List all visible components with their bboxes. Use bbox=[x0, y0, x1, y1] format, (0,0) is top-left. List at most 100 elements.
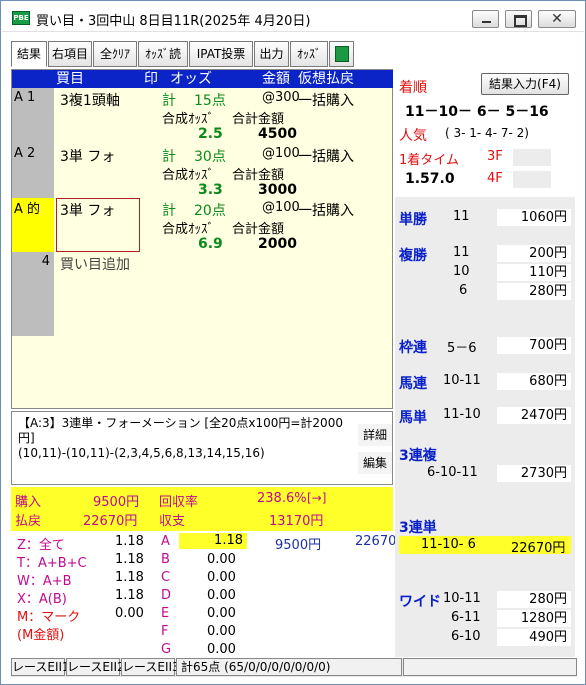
odds-button[interactable]: ｵｯｽﾞ bbox=[290, 41, 328, 67]
sanrentan-pay: 22670円 bbox=[511, 541, 566, 556]
mark-label[interactable]: Z：全て bbox=[17, 534, 65, 553]
synthetic-odds: 6.9 bbox=[198, 236, 223, 252]
umaren-label: 馬連 bbox=[399, 376, 427, 392]
synthetic-odds: 3.3 bbox=[198, 182, 223, 198]
mark-label[interactable]: T：A+B+C bbox=[17, 552, 87, 571]
bet-mode: 一括購入 bbox=[298, 149, 354, 165]
mark-label[interactable]: X：A(B) bbox=[17, 588, 67, 607]
mark-letter: G bbox=[161, 642, 172, 657]
col-buy-header: 買目 bbox=[56, 71, 84, 87]
bet-description-panel: 【A:3】3連単・フォーメーション [全20点x100円=計2000円] (10… bbox=[11, 411, 393, 485]
umatan-horse: 11-10 bbox=[443, 407, 481, 422]
exit-button[interactable] bbox=[329, 41, 354, 67]
synthetic-odds: 2.5 bbox=[198, 126, 223, 142]
wide-pay: 1280円 bbox=[497, 610, 571, 627]
payout-amount: 22670円 bbox=[83, 514, 138, 529]
mark-rate: 1.18 bbox=[115, 534, 144, 549]
fukusho-horse: 10 bbox=[453, 264, 470, 279]
wide-horse: 10-11 bbox=[443, 591, 481, 606]
fukusho-label: 複勝 bbox=[399, 248, 427, 264]
buy-label: 購入 bbox=[15, 495, 42, 510]
total-amount: 2000 bbox=[258, 236, 297, 252]
fukusho-pay: 110円 bbox=[497, 264, 571, 281]
recover-detail-link[interactable]: [→] bbox=[307, 491, 326, 505]
mark-amount: 9500円 bbox=[275, 538, 322, 553]
race-tab-1[interactable]: レースEII1 bbox=[11, 658, 70, 676]
mark-label[interactable]: (M金額) bbox=[17, 624, 64, 643]
maximize-button[interactable] bbox=[505, 10, 532, 28]
last4f-box bbox=[513, 171, 551, 188]
mark-value: 0.00 bbox=[207, 642, 236, 657]
col-odds-header: オッズ bbox=[170, 71, 212, 87]
close-button[interactable]: ✕ bbox=[538, 10, 576, 28]
bet-type[interactable]: 3複1頭軸 bbox=[60, 90, 120, 110]
wide-pay: 490円 bbox=[497, 629, 571, 646]
app-icon: PBE bbox=[12, 11, 30, 25]
sanrenpuku-pay: 2730円 bbox=[497, 465, 571, 482]
wakuren-pay: 700円 bbox=[497, 337, 571, 354]
detail-button[interactable]: 詳細 bbox=[358, 424, 392, 446]
bet-points: 30点 bbox=[194, 149, 226, 165]
exit-door-icon bbox=[335, 46, 349, 62]
bet-type[interactable]: 3単 フォ bbox=[60, 146, 115, 166]
mark-letter: F bbox=[161, 624, 169, 639]
sanrenpuku-horse: 6-10-11 bbox=[427, 465, 478, 480]
mark-letter: C bbox=[161, 570, 171, 585]
total-amount-label: 合計金額 bbox=[232, 112, 285, 127]
bet-points: 20点 bbox=[194, 203, 226, 219]
race-tab-3[interactable]: レースEII3 bbox=[121, 658, 180, 676]
tansho-pay: 1060円 bbox=[497, 209, 571, 226]
buy-amount: 9500円 bbox=[93, 495, 140, 510]
right-items-button[interactable]: 右項目 bbox=[48, 41, 92, 67]
bet-points: 15点 bbox=[194, 93, 226, 109]
mark-value-highlight: 1.18 bbox=[179, 533, 247, 549]
mark-value: 0.00 bbox=[207, 606, 236, 621]
bet-list-header: 買目 印 オッズ 金額 仮想払戻 bbox=[12, 70, 393, 88]
umatan-pay: 2470円 bbox=[497, 407, 571, 424]
total-amount: 4500 bbox=[258, 126, 297, 142]
col-mark-header: 印 bbox=[144, 71, 158, 87]
output-button[interactable]: 出力 bbox=[254, 41, 289, 67]
mark-label[interactable]: W：A+B bbox=[17, 570, 72, 589]
synthetic-odds-label: 合成ｵｯｽﾞ bbox=[162, 222, 215, 237]
minimize-button[interactable] bbox=[472, 10, 499, 28]
mark-rate: 1.18 bbox=[115, 588, 144, 603]
status-bar: レースEII1 レースEII2 レースEII3 計65点 (65/0/0/0/0… bbox=[11, 658, 577, 677]
total-points-summary: 計65点 (65/0/0/0/0/0/0/0) bbox=[176, 658, 402, 676]
last4f-label: 4F bbox=[487, 171, 503, 186]
result-tab-button[interactable]: 結果 bbox=[11, 41, 47, 67]
row-id[interactable]: A 1 bbox=[12, 90, 54, 105]
recover-rate: 238.6% bbox=[257, 491, 307, 506]
balance-label: 収支 bbox=[159, 514, 186, 529]
race-tab-2[interactable]: レースEII2 bbox=[66, 658, 125, 676]
mark-value: 0.00 bbox=[207, 570, 236, 585]
mark-rate: 1.18 bbox=[115, 570, 144, 585]
edit-button[interactable]: 編集 bbox=[358, 452, 392, 474]
last3f-label: 3F bbox=[487, 149, 503, 164]
fukusho-horse: 6 bbox=[459, 283, 468, 298]
row-id[interactable]: A 2 bbox=[12, 146, 54, 161]
wakuren-label: 枠連 bbox=[399, 340, 427, 356]
title-bar: PBE 買い目・3回中山 8日目11R(2025年 4月20日) ✕ bbox=[2, 2, 584, 32]
result-input-button[interactable]: 結果入力(F4) bbox=[481, 73, 569, 95]
mark-letter: D bbox=[161, 588, 172, 603]
recover-rate-label: 回収率 bbox=[159, 495, 199, 510]
wide-horse: 6-11 bbox=[451, 610, 481, 625]
popularity: ( 3- 1- 4- 7- 2) bbox=[445, 126, 529, 140]
clear-all-button[interactable]: 全ｸﾘｱ bbox=[93, 41, 137, 67]
ipat-vote-button[interactable]: IPAT投票 bbox=[189, 41, 253, 67]
read-odds-button[interactable]: ｵｯｽﾞ読 bbox=[138, 41, 188, 67]
balance-amount: 13170円 bbox=[269, 514, 324, 529]
mark-pay: 22670 bbox=[355, 534, 397, 549]
mark-value: 0.00 bbox=[207, 588, 236, 603]
bet-type[interactable]: 3単 フォ bbox=[60, 200, 115, 220]
mark-label[interactable]: M：マーク bbox=[17, 606, 80, 625]
bet-kei: 計 bbox=[162, 93, 176, 109]
add-bet-row[interactable]: 買い目追加 bbox=[60, 254, 130, 274]
order-label: 着順 bbox=[399, 80, 427, 96]
mark-panel: Z：全て 1.18 A 1.18 9500円 22670 T：A+B+C 1.1… bbox=[11, 532, 397, 657]
col-amount-header: 金額 bbox=[262, 71, 290, 87]
bet-list-panel: 買目 印 オッズ 金額 仮想払戻 A 1 A 2 A 的 3複1頭軸 計 15点… bbox=[11, 69, 393, 409]
close-icon: ✕ bbox=[551, 11, 563, 27]
row-id-selected[interactable]: A 的 bbox=[12, 198, 54, 252]
